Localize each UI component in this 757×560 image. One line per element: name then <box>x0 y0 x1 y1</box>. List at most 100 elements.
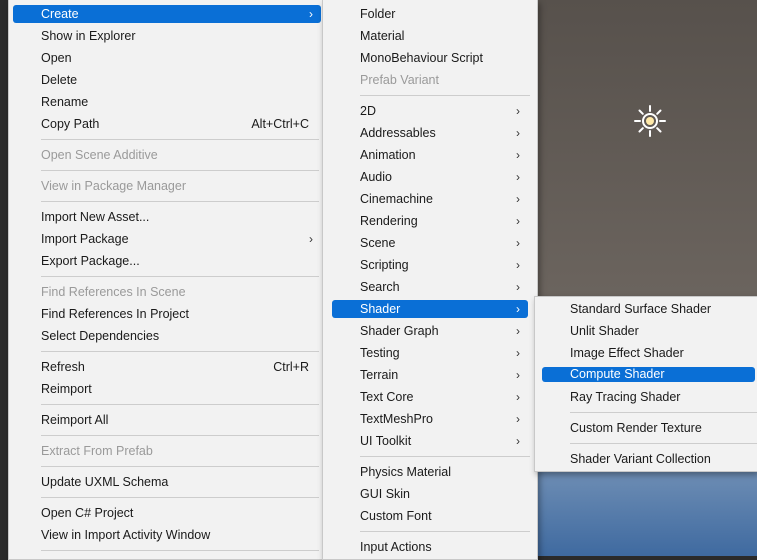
menu-item-open[interactable]: Open <box>13 49 321 67</box>
menu-item-select-dependencies[interactable]: Select Dependencies <box>13 327 321 345</box>
menu-item-shader-variant-collection[interactable]: Shader Variant Collection <box>542 450 755 468</box>
menu-item-label: Audio <box>360 170 392 184</box>
menu-item-label: Unlit Shader <box>570 324 639 338</box>
chevron-right-icon: › <box>516 258 520 272</box>
chevron-right-icon: › <box>516 412 520 426</box>
menu-item-label: Compute Shader <box>570 367 665 381</box>
menu-item-label: View in Package Manager <box>41 179 186 193</box>
menu-item-label: Terrain <box>360 368 399 382</box>
menu-item-standard-surface-shader[interactable]: Standard Surface Shader <box>542 300 755 318</box>
menu-item-label: Import Package <box>41 232 129 246</box>
menu-item-update-uxml-schema[interactable]: Update UXML Schema <box>13 473 321 491</box>
menu-item-material[interactable]: Material <box>332 27 528 45</box>
menu-item-scripting[interactable]: Scripting › <box>332 256 528 274</box>
menu-item-addressables[interactable]: Addressables › <box>332 124 528 142</box>
chevron-right-icon: › <box>516 280 520 294</box>
menu-item-shader[interactable]: Shader › <box>332 300 528 318</box>
menu-item-search[interactable]: Search › <box>332 278 528 296</box>
menu-item-cinemachine[interactable]: Cinemachine › <box>332 190 528 208</box>
menu-item-view-in-import-activity-window[interactable]: View in Import Activity Window <box>13 526 321 544</box>
menu-item-label: Reimport All <box>41 413 109 427</box>
menu-item-label: 2D <box>360 104 376 118</box>
menu-item-reimport[interactable]: Reimport <box>13 380 321 398</box>
menu-item-label: Copy Path <box>41 117 100 131</box>
menu-item-copy-path[interactable]: Copy Path Alt+Ctrl+C <box>13 115 321 133</box>
chevron-right-icon: › <box>516 104 520 118</box>
menu-item-monobehaviour-script[interactable]: MonoBehaviour Script <box>332 49 528 67</box>
menu-item-reimport-all[interactable]: Reimport All <box>13 411 321 429</box>
menu-item-compute-shader[interactable]: Compute Shader <box>542 367 755 382</box>
menu-item-label: Testing <box>360 346 400 360</box>
menu-item-audio[interactable]: Audio › <box>332 168 528 186</box>
menu-item-find-references-in-project[interactable]: Find References In Project <box>13 305 321 323</box>
menu-item-image-effect-shader[interactable]: Image Effect Shader <box>542 344 755 362</box>
menu-item-find-references-in-scene: Find References In Scene <box>13 283 321 301</box>
chevron-right-icon: › <box>516 390 520 404</box>
menu-item-import-package[interactable]: Import Package › <box>13 230 321 248</box>
menu-item-unlit-shader[interactable]: Unlit Shader <box>542 322 755 340</box>
menu-item-ui-toolkit[interactable]: UI Toolkit › <box>332 432 528 450</box>
menu-item-label: Prefab Variant <box>360 73 439 87</box>
chevron-right-icon: › <box>516 346 520 360</box>
menu-item-label: GUI Skin <box>360 487 411 501</box>
directional-light-icon[interactable] <box>633 104 667 138</box>
menu-separator <box>570 412 757 413</box>
chevron-right-icon: › <box>516 368 520 382</box>
menu-item-open-scene-additive: Open Scene Additive <box>13 146 321 164</box>
menu-item-label: Find References In Scene <box>41 285 186 299</box>
menu-item-scene[interactable]: Scene › <box>332 234 528 252</box>
menu-item-label: Import New Asset... <box>41 210 150 224</box>
menu-item-text-core[interactable]: Text Core › <box>332 388 528 406</box>
menu-item-label: Addressables <box>360 126 436 140</box>
menu-item-create[interactable]: Create › <box>13 5 321 23</box>
menu-item-import-new-asset[interactable]: Import New Asset... <box>13 208 321 226</box>
menu-item-open-csharp-project[interactable]: Open C# Project <box>13 504 321 522</box>
menu-item-testing[interactable]: Testing › <box>332 344 528 362</box>
menu-item-label: Input Actions <box>360 540 432 554</box>
menu-separator <box>360 95 530 96</box>
menu-item-prefab-variant: Prefab Variant <box>332 71 528 89</box>
menu-item-label: Search <box>360 280 400 294</box>
menu-item-physics-material[interactable]: Physics Material <box>332 463 528 481</box>
menu-item-rename[interactable]: Rename <box>13 93 321 111</box>
menu-item-label: Shader <box>360 302 401 316</box>
menu-item-gui-skin[interactable]: GUI Skin <box>332 485 528 503</box>
menu-item-ray-tracing-shader[interactable]: Ray Tracing Shader <box>542 388 755 406</box>
menu-item-delete[interactable]: Delete <box>13 71 321 89</box>
shader-submenu: Standard Surface Shader Unlit Shader Ima… <box>534 296 757 472</box>
menu-item-folder[interactable]: Folder <box>332 5 528 23</box>
menu-separator <box>360 531 530 532</box>
menu-item-view-in-package-manager: View in Package Manager <box>13 177 321 195</box>
menu-item-label: Refresh <box>41 360 85 374</box>
create-submenu: Folder Material MonoBehaviour Script Pre… <box>322 0 538 560</box>
menu-item-2d[interactable]: 2D › <box>332 102 528 120</box>
menu-item-shader-graph[interactable]: Shader Graph › <box>332 322 528 340</box>
menu-item-custom-font[interactable]: Custom Font <box>332 507 528 525</box>
menu-item-animation[interactable]: Animation › <box>332 146 528 164</box>
menu-item-label: Custom Font <box>360 509 432 523</box>
scene-view-background <box>520 0 757 296</box>
menu-separator <box>41 276 319 277</box>
menu-item-textmeshpro[interactable]: TextMeshPro › <box>332 410 528 428</box>
menu-item-label: Show in Explorer <box>41 29 136 43</box>
menu-item-rendering[interactable]: Rendering › <box>332 212 528 230</box>
menu-item-show-in-explorer[interactable]: Show in Explorer <box>13 27 321 45</box>
menu-separator <box>41 351 319 352</box>
chevron-right-icon: › <box>516 434 520 448</box>
menu-item-label: Find References In Project <box>41 307 189 321</box>
menu-item-refresh[interactable]: Refresh Ctrl+R <box>13 358 321 376</box>
menu-item-label: Export Package... <box>41 254 140 268</box>
menu-item-label: TextMeshPro <box>360 412 433 426</box>
menu-separator <box>41 497 319 498</box>
menu-separator <box>360 456 530 457</box>
menu-separator <box>41 170 319 171</box>
menu-item-label: Scripting <box>360 258 409 272</box>
menu-item-label: Delete <box>41 73 78 87</box>
shortcut-label: Alt+Ctrl+C <box>251 117 309 131</box>
menu-separator <box>570 443 757 444</box>
menu-item-input-actions[interactable]: Input Actions <box>332 538 528 556</box>
menu-item-label: Ray Tracing Shader <box>570 390 681 404</box>
menu-item-export-package[interactable]: Export Package... <box>13 252 321 270</box>
menu-item-terrain[interactable]: Terrain › <box>332 366 528 384</box>
menu-item-custom-render-texture[interactable]: Custom Render Texture <box>542 419 755 437</box>
